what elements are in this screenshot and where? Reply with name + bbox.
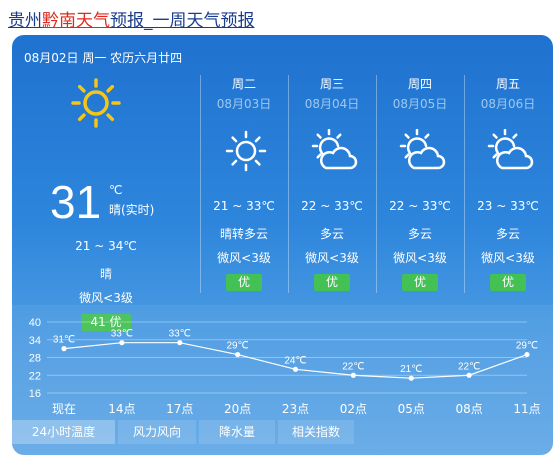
today-wind: 微风<3级 — [79, 291, 133, 305]
forecast-day[interactable]: 周五 08月06日 23 ~ 33℃ 多云 微风<3级 优 — [464, 75, 552, 333]
day-weekday: 周二 — [231, 77, 256, 91]
y-tick-label: 28 — [29, 353, 41, 365]
tab-wind[interactable]: 风力风向 — [118, 420, 196, 444]
temperature-point — [292, 366, 299, 372]
temperature-point — [61, 346, 67, 352]
partly-cloudy-icon — [311, 129, 358, 170]
x-tick-label: 17点 — [166, 402, 193, 416]
x-tick-label: 23点 — [282, 402, 309, 416]
forecast-day[interactable]: 周二 08月03日 21 ~ 33℃ 晴转多云 微风<3级 优 — [200, 75, 288, 333]
x-tick-label: 11点 — [513, 402, 540, 416]
partly-cloudy-icon — [487, 129, 534, 170]
x-tick-label: 14点 — [108, 402, 135, 416]
today-condition: 晴 — [99, 267, 112, 281]
day-temp-range: 22 ~ 33℃ — [389, 199, 451, 213]
temperature-value-label: 31℃ — [53, 335, 75, 346]
temperature-point — [119, 340, 125, 346]
day-aqi-badge[interactable]: 优 — [490, 274, 526, 291]
page-title[interactable]: 贵州黔南天气预报_一周天气预报 — [8, 6, 255, 31]
day-date: 08月06日 — [480, 97, 536, 111]
day-condition: 多云 — [495, 227, 520, 241]
day-date: 08月04日 — [304, 97, 360, 111]
temperature-value-label: 33℃ — [169, 329, 191, 340]
day-temp-range: 21 ~ 33℃ — [213, 199, 275, 213]
title-suffix[interactable]: 预报_一周天气预报 — [110, 11, 255, 31]
sun-outline-icon — [225, 130, 267, 172]
temperature-point — [177, 340, 183, 346]
today-temperature: 31 — [50, 176, 102, 228]
day-weekday: 周五 — [495, 77, 520, 91]
temperature-value-label: 29℃ — [226, 341, 248, 352]
day-aqi-badge[interactable]: 优 — [402, 274, 438, 291]
forecast-day[interactable]: 周三 08月04日 22 ~ 33℃ 多云 微风<3级 优 — [288, 75, 376, 333]
x-tick-label: 现在 — [52, 402, 76, 416]
temperature-point — [235, 351, 241, 358]
x-tick-label: 20点 — [224, 402, 251, 416]
tab-indices[interactable]: 相关指数 — [278, 420, 354, 444]
day-condition: 多云 — [319, 227, 344, 241]
temperature-point — [466, 372, 472, 378]
day-weekday: 周三 — [319, 77, 344, 91]
chart-tabs: 24小时温度 风力风向 降水量 相关指数 — [12, 420, 553, 444]
temperature-value-label: 24℃ — [284, 355, 306, 366]
day-temp-range: 22 ~ 33℃ — [301, 199, 363, 213]
day-aqi-badge[interactable]: 优 — [226, 274, 262, 291]
y-tick-label: 16 — [29, 388, 41, 400]
title-province[interactable]: 贵州 — [8, 11, 42, 31]
partly-cloudy-icon — [399, 129, 446, 170]
today-temp-range: 21 ~ 34℃ — [75, 239, 137, 253]
day-condition: 多云 — [407, 227, 432, 241]
day-temp-range: 23 ~ 33℃ — [477, 199, 539, 213]
title-region[interactable]: 黔南天气 — [42, 11, 110, 31]
y-tick-label: 40 — [29, 317, 41, 329]
today-realtime-condition: 晴(实时) — [109, 203, 155, 217]
temperature-value-label: 22℃ — [342, 361, 364, 372]
forecast-day[interactable]: 周四 08月05日 22 ~ 33℃ 多云 微风<3级 优 — [376, 75, 464, 333]
today-date-line: 08月02日 周一 农历六月廿四 — [24, 51, 183, 65]
x-tick-label: 02点 — [340, 402, 367, 416]
today-temp-unit: ℃ — [109, 183, 123, 197]
day-weekday: 周四 — [407, 77, 432, 91]
day-wind: 微风<3级 — [481, 251, 535, 265]
temperature-value-label: 33℃ — [111, 329, 133, 340]
temperature-value-label: 21℃ — [400, 364, 422, 375]
temperature-value-label: 22℃ — [458, 361, 480, 372]
today-panel: 31 ℃ 晴(实时) 21 ~ 34℃ 晴 微风<3级 41 优 — [12, 75, 200, 333]
y-tick-label: 22 — [29, 370, 41, 382]
temperature-value-label: 29℃ — [516, 341, 538, 352]
day-date: 08月03日 — [216, 97, 272, 111]
day-date: 08月05日 — [392, 97, 448, 111]
tab-precipitation[interactable]: 降水量 — [199, 420, 275, 444]
day-wind: 微风<3级 — [393, 251, 447, 265]
day-aqi-badge[interactable]: 优 — [314, 274, 350, 291]
day-wind: 微风<3级 — [305, 251, 359, 265]
x-tick-label: 05点 — [398, 402, 425, 416]
day-condition: 晴转多云 — [219, 227, 268, 241]
temperature-point — [408, 375, 414, 381]
hourly-temperature-chart: 16 22 28 34 40 31℃ 现在 33℃ 14点 33℃ 17点 29℃ 20点 24℃ 23点 2… — [29, 317, 541, 416]
temperature-point — [524, 351, 530, 358]
sun-icon — [71, 78, 121, 128]
temperature-point — [350, 372, 356, 378]
tab-24h-temperature[interactable]: 24小时温度 — [12, 420, 115, 444]
weather-card: 08月02日 周一 农历六月廿四 31 ℃ 晴(实时) 21 ~ 34℃ 晴 微… — [12, 35, 553, 455]
y-tick-label: 34 — [29, 335, 41, 347]
day-wind: 微风<3级 — [217, 251, 271, 265]
x-tick-label: 08点 — [455, 402, 482, 416]
